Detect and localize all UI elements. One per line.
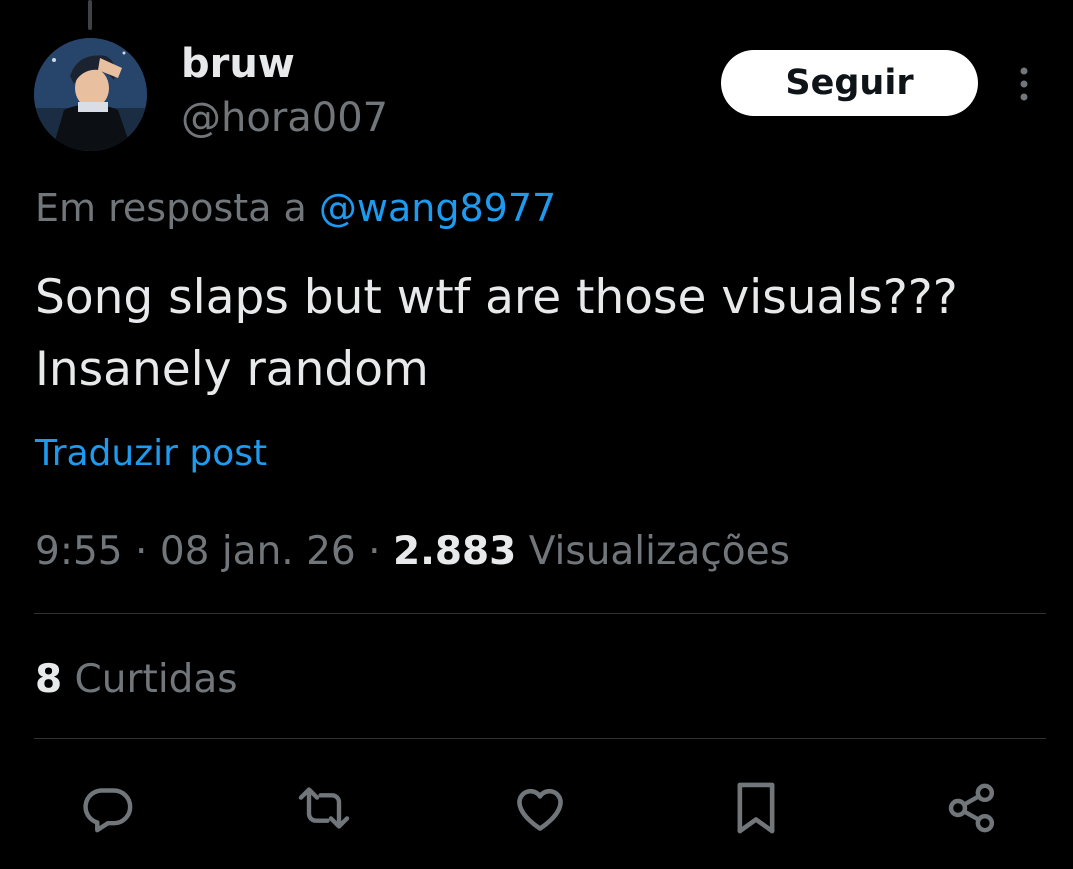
display-name[interactable]: bruw [181,38,295,90]
like-button[interactable] [508,776,572,840]
share-button[interactable] [940,776,1004,840]
likes-label: Curtidas [74,657,238,702]
more-vertical-icon [1020,67,1028,101]
post-date[interactable]: 08 jan. 26 [160,529,356,574]
reply-prefix: Em resposta a [35,186,307,230]
bookmark-button[interactable] [724,776,788,840]
post-meta: 9:55 · 08 jan. 26 · 2.883 Visualizações [35,525,790,579]
user-handle[interactable]: @hora007 [181,92,388,144]
bookmark-icon [737,782,775,834]
views-count: 2.883 [392,529,517,574]
post-text-line: Song slaps but wtf are those visuals??? [35,270,958,325]
meta-separator: · [135,529,148,574]
avatar[interactable] [34,38,147,151]
share-icon [948,783,995,833]
post-text-line: Insanely random [35,342,429,397]
post-text: Song slaps but wtf are those visuals??? … [35,262,1065,406]
reply-context: Em resposta a @wang8977 [35,182,556,234]
views-label: Visualizações [528,529,790,574]
divider [34,613,1046,614]
follow-button[interactable]: Seguir [721,50,978,116]
avatar-image [34,38,147,151]
repost-icon [298,787,350,829]
like-heart-icon [517,788,563,831]
likes-count: 8 [35,657,63,702]
reply-mention-link[interactable]: @wang8977 [319,186,556,230]
meta-separator: · [368,529,381,574]
more-options-button[interactable] [1004,62,1044,106]
thread-connector-line [88,0,92,30]
post-time[interactable]: 9:55 [35,529,123,574]
likes-summary[interactable]: 8 Curtidas [35,653,238,707]
reply-icon [83,788,133,833]
translate-post-link[interactable]: Traduzir post [35,428,267,480]
repost-button[interactable] [292,776,356,840]
divider [34,738,1046,739]
reply-button[interactable] [76,776,140,840]
